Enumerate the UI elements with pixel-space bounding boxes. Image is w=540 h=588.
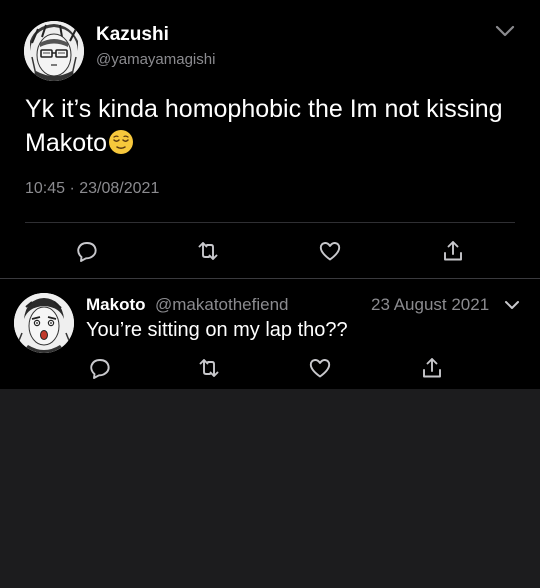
share-icon[interactable]	[420, 356, 444, 380]
anime-avatar-glasses-icon	[24, 21, 84, 81]
heart-icon[interactable]	[318, 239, 342, 263]
divider	[25, 222, 515, 223]
anime-avatar-shocked-icon	[14, 293, 74, 353]
main-tweet: Kazushi @yamayamagishi Yk it’s kinda hom…	[0, 0, 540, 278]
share-icon[interactable]	[441, 239, 465, 263]
avatar[interactable]	[24, 21, 84, 81]
reply-tweet[interactable]: Makoto @makatothefiend 23 August 2021 Yo…	[0, 279, 540, 389]
empty-area	[0, 389, 540, 588]
chevron-down-icon[interactable]	[494, 22, 516, 40]
retweet-icon[interactable]	[196, 239, 220, 263]
avatar[interactable]	[14, 293, 74, 353]
chevron-down-icon[interactable]	[503, 297, 521, 313]
tweet-text: Yk it’s kinda homophobic the Im not kiss…	[25, 92, 515, 160]
display-name[interactable]: Kazushi	[96, 24, 169, 46]
relieved-face-emoji-icon	[108, 130, 133, 154]
tweet-text: You’re sitting on my lap tho??	[86, 319, 348, 341]
display-name[interactable]: Makoto	[86, 295, 146, 315]
tweet-text-content: Yk it’s kinda homophobic the Im not kiss…	[25, 95, 510, 157]
user-handle[interactable]: @yamayamagishi	[96, 51, 215, 68]
user-handle[interactable]: @makatothefiend	[155, 295, 289, 315]
tweet-timestamp[interactable]: 10:45 · 23/08/2021	[25, 180, 159, 198]
reply-icon[interactable]	[88, 356, 112, 380]
twitter-thread-screenshot: Kazushi @yamayamagishi Yk it’s kinda hom…	[0, 0, 540, 588]
tweet-date[interactable]: 23 August 2021	[371, 295, 489, 315]
reply-icon[interactable]	[75, 239, 99, 263]
retweet-icon[interactable]	[197, 356, 221, 380]
heart-icon[interactable]	[308, 356, 332, 380]
